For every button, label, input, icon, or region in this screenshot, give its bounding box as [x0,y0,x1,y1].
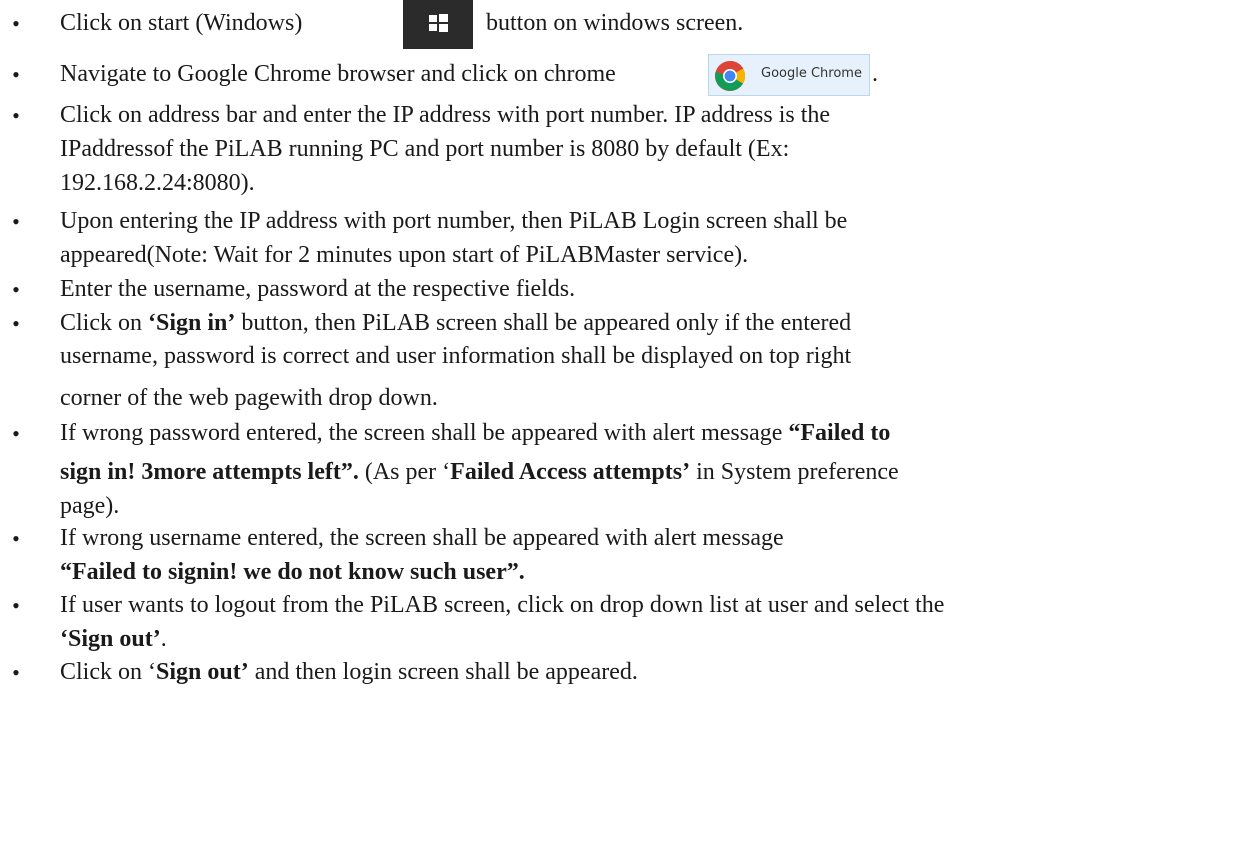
sentence-end: . [872,61,878,87]
text-run: Click on [60,310,148,336]
text-run: Upon entering the IP address with port n… [60,208,848,234]
text-run: Click on ‘ [60,659,156,685]
text-run: If wrong password entered, the screen sh… [60,420,789,446]
chrome-logo-icon [714,60,746,99]
text-run: corner of the web pagewith drop down. [60,385,438,411]
text-run: If wrong username entered, the screen sh… [60,525,784,551]
list-item: • Navigate to Google Chrome browser and … [0,54,1247,96]
chrome-label: Google Chrome [761,66,862,81]
text-run: IPaddressof the PiLAB running PC and por… [60,136,790,162]
bullet: • [12,593,20,618]
item-text-line: 192.168.2.24:8080). [60,168,1240,199]
bullet: • [12,62,20,87]
item-text-line: username, password is correct and user i… [60,341,1240,372]
item-text-line: ‘Sign out’. [60,624,1240,655]
bold-text-run: Sign out’ [156,659,249,685]
text-run: button, then PiLAB screen shall be appea… [235,310,852,336]
text-run: username, password is correct and user i… [60,343,852,369]
item-text-line: Click on ‘Sign in’ button, then PiLAB sc… [60,308,1240,339]
chrome-shortcut: Google Chrome [708,54,870,96]
bullet: • [12,660,20,685]
bullet: • [12,103,20,128]
text-run: in System preference [690,459,899,485]
item-text-line: corner of the web pagewith drop down. [60,383,1240,414]
bullet: • [12,311,20,336]
text-run: Click on start (Windows) [60,10,303,36]
item-text-line: IPaddressof the PiLAB running PC and por… [60,134,1240,165]
instruction-document: • Click on start (Windows) button on win… [0,0,1247,846]
item-text-line: “Failed to signin! we do not know such u… [60,557,1240,588]
item-text-line: appeared(Note: Wait for 2 minutes upon s… [60,240,1240,271]
bullet: • [12,277,20,302]
bold-text-run: “Failed to signin! we do not know such u… [60,559,525,585]
item-text: Navigate to Google Chrome browser and cl… [60,59,1240,90]
text-run: page). [60,493,120,519]
item-text-line: Enter the username, password at the resp… [60,274,1240,305]
item-text-line: Click on address bar and enter the IP ad… [60,100,1240,131]
bold-text-run: Failed Access attempts’ [450,459,691,485]
text-run: . [160,626,167,652]
item-text-line: Upon entering the IP address with port n… [60,206,1240,237]
text-run: If user wants to logout from the PiLAB s… [60,592,945,618]
bold-text-run: sign in! 3more attempts left”. [60,459,359,485]
item-text-line: Click on ‘Sign out’ and then login scree… [60,657,1240,688]
bullet: • [12,526,20,551]
bullet: • [12,209,20,234]
list-item: • Click on start (Windows) button on win… [0,0,1247,49]
item-text-suffix: button on windows screen. [486,8,1186,39]
bullet: • [12,11,20,36]
text-run: and then login screen shall be appeared. [248,659,638,685]
item-text-line: If user wants to logout from the PiLAB s… [60,590,1240,621]
bold-text-run: “Failed to [788,420,891,446]
text-run: Navigate to Google Chrome browser and cl… [60,61,616,87]
text-run: Enter the username, password at the resp… [60,276,576,302]
text-run: button on windows screen. [486,10,744,36]
text-run: Click on address bar and enter the IP ad… [60,102,831,128]
bold-text-run: ‘Sign out’ [60,626,161,652]
bullet: • [12,421,20,446]
item-text-line: sign in! 3more attempts left”. (As per ‘… [60,457,1240,488]
windows-start-icon [403,0,473,49]
text-run: 192.168.2.24:8080). [60,170,255,196]
text-run: (As per ‘ [358,459,451,485]
text-run: appeared(Note: Wait for 2 minutes upon s… [60,242,749,268]
item-text-line: If wrong username entered, the screen sh… [60,523,1240,554]
bold-text-run: ‘Sign in’ [148,310,236,336]
item-text-line: If wrong password entered, the screen sh… [60,418,1240,449]
item-text-line: page). [60,491,1240,522]
